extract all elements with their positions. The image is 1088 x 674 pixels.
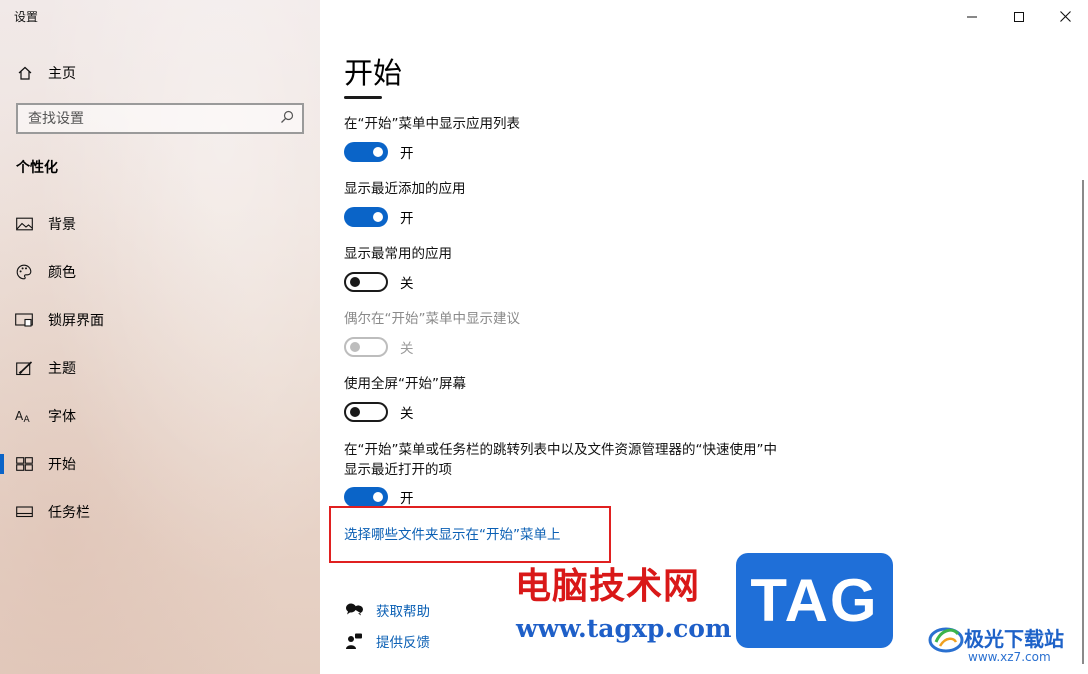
sidebar-item-label: 主页 [48, 66, 76, 82]
toggle-state-label: 开 [400, 146, 414, 162]
setting-show-app-list: 在“开始”菜单中显示应用列表 开 [344, 114, 520, 162]
setting-show-suggestions: 偶尔在“开始”菜单中显示建议 关 [344, 309, 520, 357]
sidebar-item-label: 背景 [48, 217, 76, 233]
get-help-row[interactable]: 获取帮助 [344, 600, 430, 620]
minimize-icon [967, 7, 977, 26]
sidebar-item-start[interactable]: 开始 [0, 440, 320, 488]
watermark-tag-text: TAG [750, 567, 879, 634]
choose-folders-link[interactable]: 选择哪些文件夹显示在“开始”菜单上 [344, 523, 561, 543]
page-title: 开始 [344, 56, 403, 90]
sidebar-item-label: 任务栏 [48, 505, 90, 521]
theme-brush-icon [0, 360, 48, 376]
sidebar-item-fonts[interactable]: AA 字体 [0, 392, 320, 440]
setting-title: 在“开始”菜单中显示应用列表 [344, 116, 520, 132]
setting-title-line2: 显示最近打开的项 [344, 462, 452, 478]
taskbar-icon [0, 506, 48, 518]
maximize-icon [1014, 7, 1024, 26]
sidebar-item-lock-screen[interactable]: 锁屏界面 [0, 296, 320, 344]
watermark-url: www.tagxp.com [516, 614, 732, 643]
toggle-switch[interactable] [344, 487, 388, 507]
setting-full-screen-start: 使用全屏“开始”屏幕 关 [344, 374, 466, 422]
sidebar-item-label: 颜色 [48, 265, 76, 281]
minimize-button[interactable] [949, 0, 995, 32]
sidebar-item-colors[interactable]: 颜色 [0, 248, 320, 296]
sidebar-item-home[interactable]: 主页 [0, 56, 320, 90]
help-chat-icon [344, 602, 364, 618]
home-icon [0, 65, 48, 81]
watermark-chinese-text: 电脑技术网 [515, 566, 701, 607]
search-input[interactable] [28, 110, 268, 127]
sidebar-item-label: 开始 [48, 457, 76, 473]
toggle-switch[interactable] [344, 207, 388, 227]
toggle-switch [344, 337, 388, 357]
watermark-tag-logo: TAG [736, 553, 893, 648]
give-feedback-link[interactable]: 提供反馈 [376, 631, 430, 651]
scrollbar[interactable] [1082, 180, 1084, 664]
setting-show-recently-added: 显示最近添加的应用 开 [344, 179, 466, 227]
toggle-state-label: 关 [400, 406, 414, 422]
sidebar: 设置 主页 个性化 背景 颜色 锁屏界面 [0, 0, 320, 674]
palette-icon [0, 264, 48, 280]
give-feedback-row[interactable]: 提供反馈 [344, 631, 430, 651]
close-icon [1059, 7, 1071, 26]
toggle-state-label: 开 [400, 211, 414, 227]
setting-title: 显示最常用的应用 [344, 246, 452, 262]
window-title: 设置 [14, 10, 39, 24]
main-pane: 开始 在“开始”菜单中显示应用列表 开 显示最近添加的应用 开 显示最常用的应用… [320, 0, 1088, 674]
setting-title: 偶尔在“开始”菜单中显示建议 [344, 311, 520, 327]
sidebar-item-label: 锁屏界面 [48, 313, 104, 329]
setting-show-recently-opened: 在“开始”菜单或任务栏的跳转列表中以及文件资源管理器的“快速使用”中 显示最近打… [344, 440, 777, 507]
aurora-logo-icon [928, 627, 964, 653]
setting-title: 使用全屏“开始”屏幕 [344, 376, 466, 392]
watermark-site-name: 极光下载站 [964, 626, 1064, 651]
sidebar-item-label: 字体 [48, 409, 76, 425]
picture-icon [0, 217, 48, 231]
maximize-button[interactable] [996, 0, 1042, 32]
sidebar-item-taskbar[interactable]: 任务栏 [0, 488, 320, 536]
toggle-switch[interactable] [344, 272, 388, 292]
lock-screen-icon [0, 313, 48, 327]
start-tiles-icon [0, 457, 48, 471]
scrolled-content-edge [344, 96, 382, 99]
toggle-state-label: 关 [400, 276, 414, 292]
sidebar-item-themes[interactable]: 主题 [0, 344, 320, 392]
setting-title: 显示最近添加的应用 [344, 181, 466, 197]
sidebar-item-label: 主题 [48, 361, 76, 377]
watermark-site-logo: 极光下载站 www.xz7.com [928, 620, 1064, 664]
toggle-switch[interactable] [344, 402, 388, 422]
close-button[interactable] [1042, 0, 1088, 32]
search-icon[interactable] [280, 109, 294, 128]
setting-show-most-used: 显示最常用的应用 关 [344, 244, 452, 292]
sidebar-item-background[interactable]: 背景 [0, 200, 320, 248]
search-box[interactable] [16, 103, 304, 134]
setting-title-line1: 在“开始”菜单或任务栏的跳转列表中以及文件资源管理器的“快速使用”中 [344, 442, 777, 458]
section-title: 个性化 [16, 160, 58, 176]
toggle-state-label: 关 [400, 341, 414, 357]
toggle-switch[interactable] [344, 142, 388, 162]
sidebar-nav: 背景 颜色 锁屏界面 主题 AA 字体 开始 任务栏 [0, 200, 320, 536]
feedback-person-icon [344, 633, 364, 649]
watermark-site-url: www.xz7.com [968, 650, 1051, 664]
font-icon: AA [0, 409, 48, 423]
toggle-state-label: 开 [400, 491, 414, 507]
svg-text:A: A [24, 415, 31, 423]
get-help-link[interactable]: 获取帮助 [376, 600, 430, 620]
